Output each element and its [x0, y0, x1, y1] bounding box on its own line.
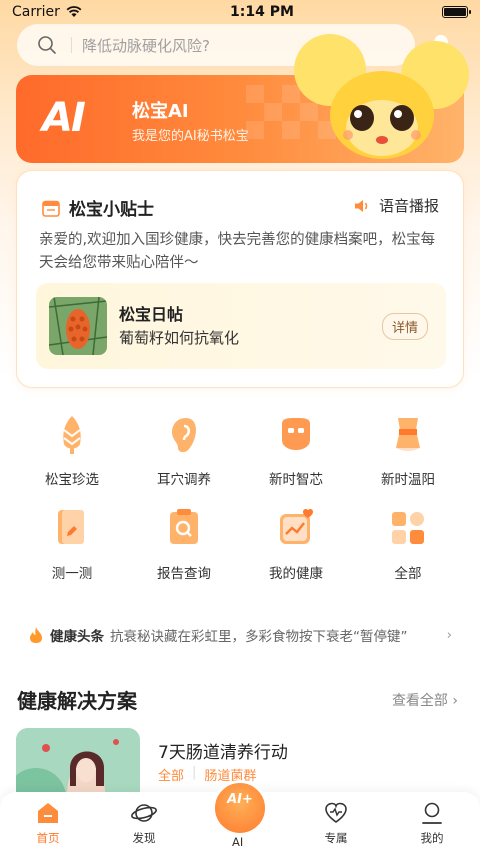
home-icon	[38, 803, 58, 823]
grid-item-label: 报告查询	[157, 566, 211, 582]
grid-item-label: 新时温阳	[381, 472, 435, 488]
ai-logo: AI	[42, 95, 86, 141]
tab-label: 首页	[36, 831, 60, 845]
tab-label: 发现	[132, 831, 156, 845]
health-headline[interactable]: 健康头条 抗衰秘诀藏在彩虹里，多彩食物按下衰老“暂停键” ›	[28, 622, 452, 648]
feature-grid: 松宝珍选 耳穴调养 新时智芯 新时温阳 测一测 报告查询 我的健康 全部	[16, 412, 464, 600]
grid-item-my-health[interactable]: 我的健康	[240, 506, 352, 600]
tips-card: 松宝小贴士 语音播报 亲爱的,欢迎加入国珍健康，快去完善您的健康档案吧，松宝每天…	[16, 170, 464, 388]
grid-item-label: 我的健康	[269, 566, 323, 582]
calendar-icon	[42, 200, 60, 217]
status-time: 1:14 PM	[230, 4, 294, 20]
ear-icon	[172, 418, 196, 453]
headline-text: 抗衰秘诀藏在彩虹里，多彩食物按下衰老“暂停键”	[110, 629, 408, 645]
tab-ai[interactable]: AI+	[212, 780, 268, 836]
search-icon	[38, 36, 56, 54]
tab-home[interactable]: 首页	[0, 792, 96, 853]
mascot-icon	[294, 34, 469, 159]
grid-item-label: 全部	[394, 566, 422, 582]
ai-badge-label: AI+	[227, 792, 253, 807]
detail-button[interactable]: 详情	[381, 313, 428, 340]
pine-cone-image	[49, 297, 107, 355]
tab-label: 我的	[420, 831, 444, 845]
carrier-label: Carrier	[12, 4, 60, 20]
grid-item-label: 新时智芯	[269, 472, 323, 488]
heart-wave-icon	[325, 802, 347, 823]
test-book-icon	[58, 510, 84, 544]
daily-post-card[interactable]: 松宝日帖 葡萄籽如何抗氧化 详情	[36, 283, 446, 369]
tab-label: 专属	[324, 831, 348, 845]
health-chart-icon	[280, 508, 313, 544]
daily-post-title: 松宝日帖	[119, 305, 184, 324]
chip-icon	[282, 418, 310, 450]
search-divider	[71, 37, 72, 53]
all-apps-icon	[392, 512, 424, 544]
grid-item-ear-therapy[interactable]: 耳穴调养	[128, 412, 240, 506]
wifi-icon	[66, 6, 82, 17]
view-all-link[interactable]: 查看全部 ›	[392, 690, 458, 710]
ai-banner-subtitle: 我是您的AI秘书松宝	[132, 129, 249, 144]
flame-icon	[30, 627, 42, 643]
tips-title: 松宝小贴士	[69, 200, 154, 220]
tab-exclusive[interactable]: 专属	[288, 792, 384, 853]
chevron-right-icon: ›	[452, 693, 458, 709]
grid-item-label: 松宝珍选	[45, 472, 99, 488]
search-placeholder[interactable]: 降低动脉硬化风险?	[82, 35, 210, 56]
grid-item-all[interactable]: 全部	[352, 506, 464, 600]
tips-text: 亲爱的,欢迎加入国珍健康，快去完善您的健康档案吧，松宝每天会给您带来贴心陪伴～	[39, 232, 436, 271]
voice-broadcast-button[interactable]: 语音播报	[353, 195, 439, 216]
headline-tag: 健康头条	[50, 629, 104, 645]
grid-item-label: 测一测	[51, 566, 93, 582]
view-all-label: 查看全部	[391, 693, 448, 709]
daily-post-subtitle: 葡萄籽如何抗氧化	[119, 329, 240, 347]
solution-name: 7天肠道清养行动	[158, 743, 288, 763]
grid-item-label: 耳穴调养	[157, 472, 211, 488]
solutions-title: 健康解决方案	[17, 689, 137, 713]
tab-discover[interactable]: 发现	[96, 792, 192, 853]
solution-tag: 全部	[158, 769, 185, 784]
battery-icon	[442, 6, 471, 18]
tag-separator: |	[192, 765, 197, 780]
planet-icon	[131, 804, 157, 822]
grid-item-warm-yang[interactable]: 新时温阳	[352, 412, 464, 506]
grid-item-smart-chip[interactable]: 新时智芯	[240, 412, 352, 506]
chevron-right-icon: ›	[446, 627, 452, 643]
warm-belt-icon	[396, 418, 420, 451]
tab-label: AI	[232, 835, 244, 849]
grid-item-test[interactable]: 测一测	[16, 506, 128, 600]
grid-item-report-query[interactable]: 报告查询	[128, 506, 240, 600]
pine-cone-icon	[63, 416, 81, 454]
profile-icon	[422, 802, 442, 824]
voice-broadcast-label: 语音播报	[378, 197, 439, 215]
ai-banner-title: 松宝AI	[132, 101, 189, 122]
tab-profile[interactable]: 我的	[384, 792, 480, 853]
report-search-icon	[170, 509, 198, 544]
speaker-icon	[354, 199, 368, 212]
grid-item-pine-selection[interactable]: 松宝珍选	[16, 412, 128, 506]
